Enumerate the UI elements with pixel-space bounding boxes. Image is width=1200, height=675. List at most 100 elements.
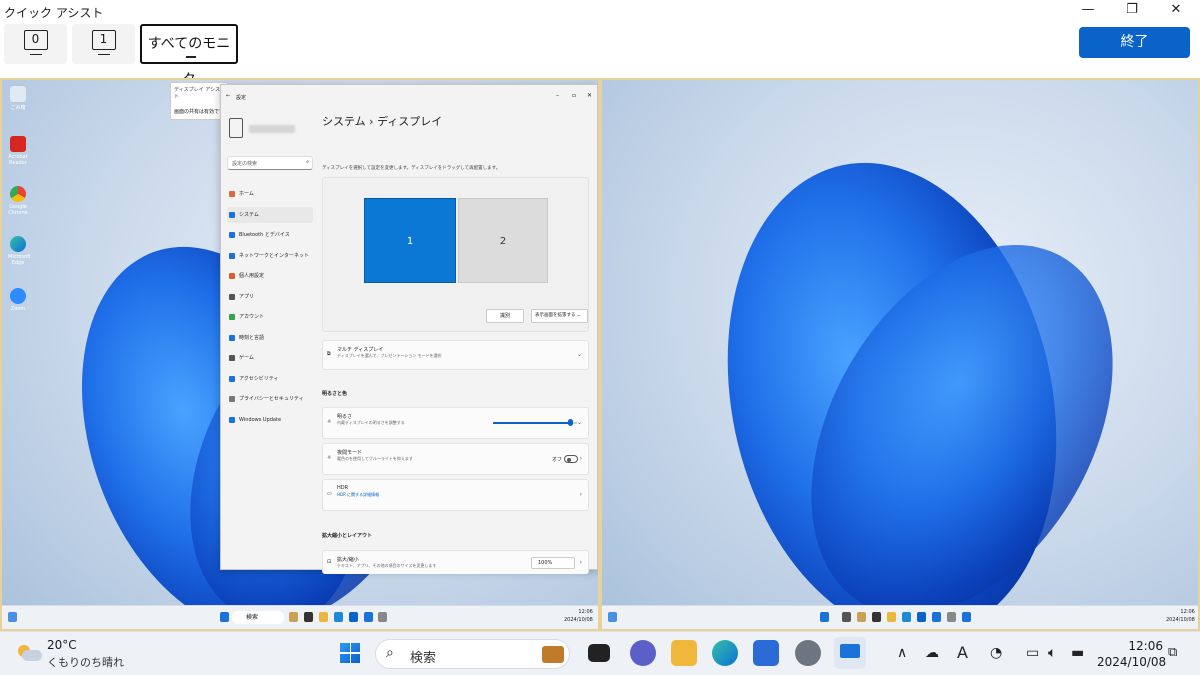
- settings-icon[interactable]: [795, 640, 821, 666]
- taskbar-app-icon[interactable]: [334, 612, 343, 622]
- taskbar-search-box[interactable]: ⌕ 検索: [375, 639, 570, 669]
- desktop-icon-edge[interactable]: Microsoft Edge: [8, 236, 31, 266]
- display-2-tile[interactable]: 2: [458, 198, 548, 283]
- taskbar-app-icon[interactable]: [319, 612, 328, 622]
- taskbar-app-icon[interactable]: [304, 612, 313, 622]
- brightness-slider-thumb[interactable]: [568, 419, 574, 426]
- taskbar-app-icon[interactable]: [378, 612, 387, 622]
- monitor-0-button[interactable]: 0: [4, 24, 67, 64]
- taskbar-app-icon[interactable]: [857, 612, 866, 622]
- minimize-button[interactable]: —: [1066, 0, 1110, 22]
- settings-nav-item[interactable]: Bluetooth とデバイス: [227, 227, 313, 243]
- nav-item-icon: [229, 355, 235, 361]
- hdr-link[interactable]: HDR に関する詳細情報: [337, 492, 379, 498]
- settings-search-input[interactable]: 設定の検索 ⌕: [227, 156, 313, 170]
- taskbar-app-icon[interactable]: [947, 612, 956, 622]
- taskbar-app-icon[interactable]: [932, 612, 941, 622]
- start-icon[interactable]: [220, 612, 229, 622]
- network-icon[interactable]: ▭: [1026, 645, 1039, 661]
- search-icon[interactable]: [842, 612, 851, 622]
- remote-monitor-left[interactable]: ごみ箱 Acrobat Reader Google Chrome Microso…: [0, 78, 600, 631]
- taskbar-app-icon[interactable]: [902, 612, 911, 622]
- taskbar-app-icon[interactable]: [917, 612, 926, 622]
- chevron-up-icon[interactable]: ∧: [897, 645, 907, 661]
- battery-icon[interactable]: ▬: [1071, 645, 1084, 661]
- notification-icon[interactable]: ⧉: [1168, 645, 1177, 660]
- start-icon[interactable]: [820, 612, 829, 622]
- taskbar-app-icon[interactable]: [887, 612, 896, 622]
- nav-item-label: アカウント: [239, 314, 265, 320]
- night-light-subtitle: 暖色のを使用してブルーライトを抑えます: [337, 456, 413, 461]
- clock-app-icon[interactable]: ◔: [990, 645, 1002, 661]
- desktop-icon-acrobat[interactable]: Acrobat Reader: [8, 136, 28, 166]
- tooltip-body: 画面の共有は有効です: [174, 109, 225, 115]
- widgets-icon[interactable]: [608, 612, 617, 622]
- window-title: クイック アシスト: [4, 6, 104, 20]
- settings-nav-item[interactable]: ゲーム: [227, 350, 313, 366]
- local-taskbar: 20°C くもりのち晴れ ⌕ 検索 ∧ ☁ A ◔ ▭ 🔈︎ ▬ 12:06 2…: [0, 631, 1200, 675]
- task-view-icon[interactable]: [588, 644, 610, 662]
- settings-nav-item[interactable]: ネットワークとインターネット: [227, 248, 313, 264]
- volume-icon[interactable]: 🔈︎: [1048, 645, 1056, 661]
- ime-mode-indicator[interactable]: A: [957, 643, 968, 662]
- monitor-1-button[interactable]: 1: [72, 24, 135, 64]
- scale-row[interactable]: ⊡ 拡大/縮小 テキスト、アプリ、その他の項目のサイズを変更します 100% ›: [322, 550, 589, 574]
- teams-icon[interactable]: [630, 640, 656, 666]
- remote-search-box[interactable]: 検索: [232, 611, 284, 624]
- settings-nav-item[interactable]: システム: [227, 206, 313, 223]
- weather-temp[interactable]: 20°C: [47, 638, 77, 652]
- taskbar-app-icon[interactable]: [872, 612, 881, 622]
- restore-button[interactable]: ❐: [1110, 0, 1154, 22]
- back-icon[interactable]: ←: [226, 93, 230, 99]
- identify-button[interactable]: 識別: [486, 309, 524, 323]
- taskbar-clock[interactable]: 12:06 2024/10/08: [1097, 638, 1166, 670]
- taskbar-app-icon[interactable]: [962, 612, 971, 622]
- settings-nav-item[interactable]: ホーム: [227, 186, 313, 202]
- taskbar-app-icon[interactable]: [349, 612, 358, 622]
- settings-nav-item[interactable]: 時刻と言語: [227, 330, 313, 346]
- extend-displays-select[interactable]: 表示画面を拡張する ⌄: [531, 309, 588, 323]
- remote-monitor-right[interactable]: 12:06 2024/10/08: [600, 78, 1200, 631]
- end-session-button[interactable]: 終了: [1079, 27, 1190, 58]
- settings-nav-item[interactable]: アクセシビリティ: [227, 371, 313, 387]
- quick-assist-icon[interactable]: [834, 637, 866, 669]
- taskbar-app-icon[interactable]: [289, 612, 298, 622]
- close-button[interactable]: ✕: [1154, 0, 1198, 22]
- scale-icon: ⊡: [327, 559, 332, 565]
- night-light-row[interactable]: ☼ 夜間モード 暖色のを使用してブルーライトを抑えます オフ ›: [322, 443, 589, 475]
- night-light-toggle[interactable]: [564, 455, 578, 463]
- cloud-sync-icon[interactable]: ☁: [925, 645, 939, 661]
- multi-display-row[interactable]: ⧉ マルチ ディスプレイ ディスプレイを選んで、プレゼンテーション モードを選択…: [322, 340, 589, 370]
- brightness-slider[interactable]: [493, 419, 577, 426]
- chevron-down-icon: ⌄: [576, 351, 582, 358]
- file-explorer-icon[interactable]: [671, 640, 697, 666]
- scale-select[interactable]: 100%: [531, 557, 575, 569]
- settings-window[interactable]: ← 設定 – ▫ ✕ 設定の検索 ⌕ ホーム システム Bluetooth とデバイ…: [220, 84, 598, 574]
- desktop-icon-recycle-bin[interactable]: ごみ箱: [8, 86, 28, 111]
- brightness-row[interactable]: ☼ 明るさ 内蔵ディスプレイの明るさを調整する ⌄: [322, 407, 589, 439]
- widgets-icon[interactable]: [8, 612, 17, 622]
- settings-nav-item[interactable]: プライバシーとセキュリティ: [227, 391, 313, 407]
- settings-nav-item[interactable]: Windows Update: [227, 412, 313, 428]
- store-icon[interactable]: [753, 640, 779, 666]
- settings-close-icon[interactable]: ✕: [587, 92, 592, 99]
- display-1-tile[interactable]: 1: [364, 198, 456, 283]
- desktop-icon-chrome[interactable]: Google Chrome: [8, 186, 28, 216]
- start-button[interactable]: [337, 640, 363, 666]
- hdr-row[interactable]: ▭ HDR HDR に関する詳細情報 ›: [322, 479, 589, 511]
- remote-clock-right: 12:06 2024/10/08: [1166, 608, 1195, 624]
- settings-nav-item[interactable]: アカウント: [227, 309, 313, 325]
- multi-display-title: マルチ ディスプレイ: [337, 347, 384, 353]
- weather-desc[interactable]: くもりのち晴れ: [47, 654, 124, 670]
- edge-icon[interactable]: [712, 640, 738, 666]
- weather-icon[interactable]: [16, 642, 42, 664]
- settings-maximize-icon[interactable]: ▫: [572, 92, 576, 99]
- breadcrumb-parent[interactable]: システム: [322, 115, 366, 128]
- monitor-0-label: 0: [23, 30, 48, 50]
- settings-nav-item[interactable]: アプリ: [227, 289, 313, 305]
- taskbar-app-icon[interactable]: [364, 612, 373, 622]
- settings-minimize-icon[interactable]: –: [556, 92, 559, 99]
- settings-nav-item[interactable]: 個人用設定: [227, 268, 313, 284]
- all-monitors-button[interactable]: すべてのモニタ: [140, 24, 238, 88]
- desktop-icon-zoom[interactable]: Zoom: [8, 288, 28, 312]
